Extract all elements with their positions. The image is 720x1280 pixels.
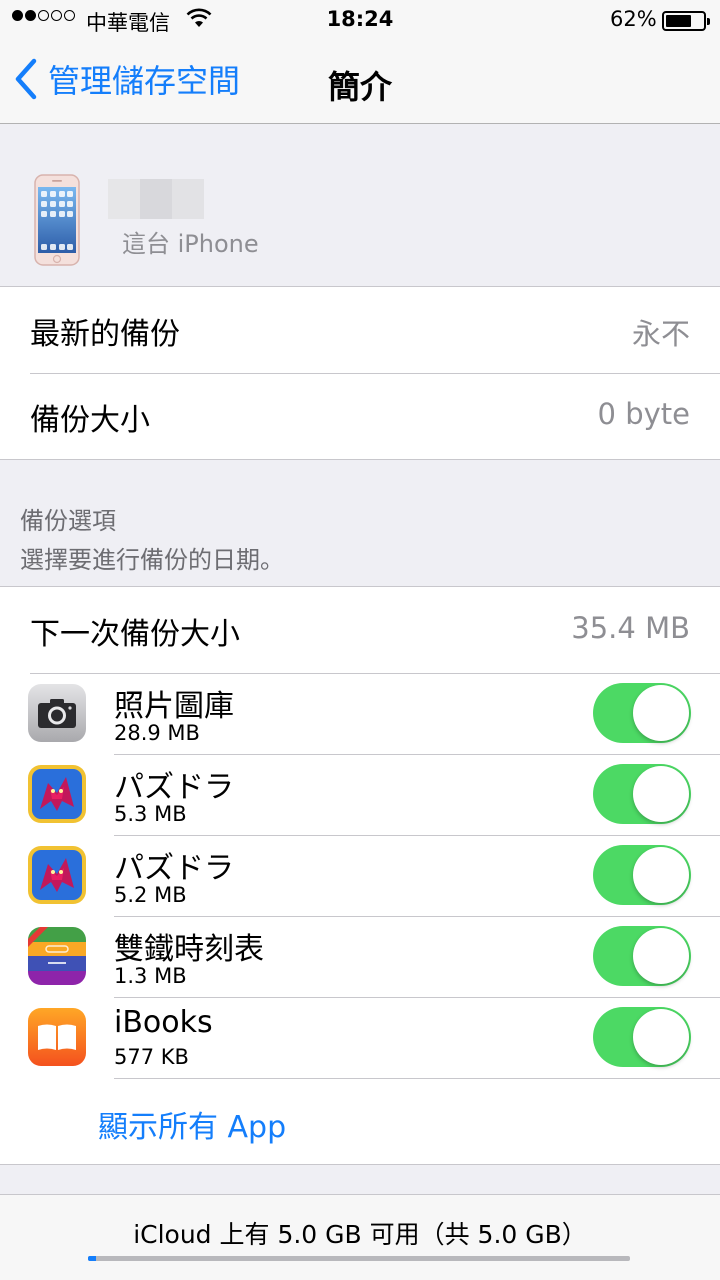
app-row-photo-library: 照片圖庫 28.9 MB	[0, 673, 720, 754]
app-size: 5.2 MB	[114, 883, 187, 907]
navigation-bar: 管理儲存空間 簡介	[0, 40, 720, 124]
show-all-apps-button[interactable]: 顯示所有 App	[0, 1078, 720, 1164]
latest-backup-row: 最新的備份 永不	[0, 287, 720, 373]
backup-options-title: 備份選項	[20, 507, 116, 535]
backup-options-description: 選擇要進行備份的日期。	[20, 546, 284, 574]
backup-options-header: 備份選項 選擇要進行備份的日期。	[20, 502, 710, 580]
app-name: パズドラ	[114, 851, 234, 886]
icloud-storage-footer: iCloud 上有 5.0 GB 可用（共 5.0 GB）	[0, 1194, 720, 1280]
app-name: パズドラ	[114, 770, 234, 805]
puzzle-dragons-icon	[28, 765, 86, 823]
battery-percentage: 62%	[610, 7, 657, 31]
camera-icon	[28, 684, 86, 742]
iphone-device-icon	[34, 174, 80, 266]
app-name: 照片圖庫	[114, 689, 234, 724]
next-backup-size-value: 35.4 MB	[571, 611, 690, 645]
next-backup-size-row: 下一次備份大小 35.4 MB	[0, 587, 720, 673]
battery-icon	[662, 11, 710, 31]
icloud-storage-text: iCloud 上有 5.0 GB 可用（共 5.0 GB）	[133, 1220, 587, 1249]
backup-toggle-puzzle-dragons-2[interactable]	[593, 845, 691, 905]
app-row-ibooks: iBooks 577 KB	[0, 997, 720, 1078]
backup-info-group: 最新的備份 永不 備份大小 0 byte	[0, 286, 720, 460]
storage-usage-fill	[88, 1256, 97, 1261]
puzzle-dragons-icon	[28, 846, 86, 904]
app-size: 577 KB	[114, 1045, 189, 1069]
backup-size-value: 0 byte	[597, 397, 690, 431]
storage-usage-bar	[88, 1256, 630, 1261]
app-size: 5.3 MB	[114, 802, 187, 826]
backup-size-label: 備份大小	[30, 403, 150, 438]
ibooks-icon	[28, 1008, 86, 1066]
app-name: 雙鐵時刻表	[114, 932, 264, 967]
page-title: 簡介	[327, 68, 392, 106]
device-summary: 這台 iPhone	[0, 124, 720, 286]
next-backup-size-label: 下一次備份大小	[30, 617, 240, 652]
device-type-label: 這台 iPhone	[122, 230, 259, 258]
backup-size-row: 備份大小 0 byte	[0, 373, 720, 459]
app-name: iBooks	[114, 1005, 213, 1040]
app-row-puzzle-dragons-2: パズドラ 5.2 MB	[0, 835, 720, 916]
latest-backup-value: 永不	[631, 317, 690, 351]
backup-toggle-train-timetable[interactable]	[593, 926, 691, 986]
device-name-redacted	[108, 179, 204, 219]
backup-toggle-puzzle-dragons-1[interactable]	[593, 764, 691, 824]
app-size: 28.9 MB	[114, 721, 200, 745]
backup-options-group: 下一次備份大小 35.4 MB 照片圖庫 28.9 MB パズドラ 5.3 MB…	[0, 586, 720, 1165]
app-size: 1.3 MB	[114, 964, 187, 988]
backup-toggle-ibooks[interactable]	[593, 1007, 691, 1067]
app-backup-list: 照片圖庫 28.9 MB パズドラ 5.3 MB パズドラ 5.2 MB 雙鐵時…	[0, 673, 720, 1078]
app-row-train-timetable: 雙鐵時刻表 1.3 MB	[0, 916, 720, 997]
status-bar: 中華電信 18:24 62%	[0, 0, 720, 40]
backup-toggle-photo-library[interactable]	[593, 683, 691, 743]
show-all-apps-label: 顯示所有 App	[98, 1110, 287, 1145]
app-row-puzzle-dragons-1: パズドラ 5.3 MB	[0, 754, 720, 835]
latest-backup-label: 最新的備份	[30, 317, 180, 352]
train-timetable-icon	[28, 927, 86, 985]
